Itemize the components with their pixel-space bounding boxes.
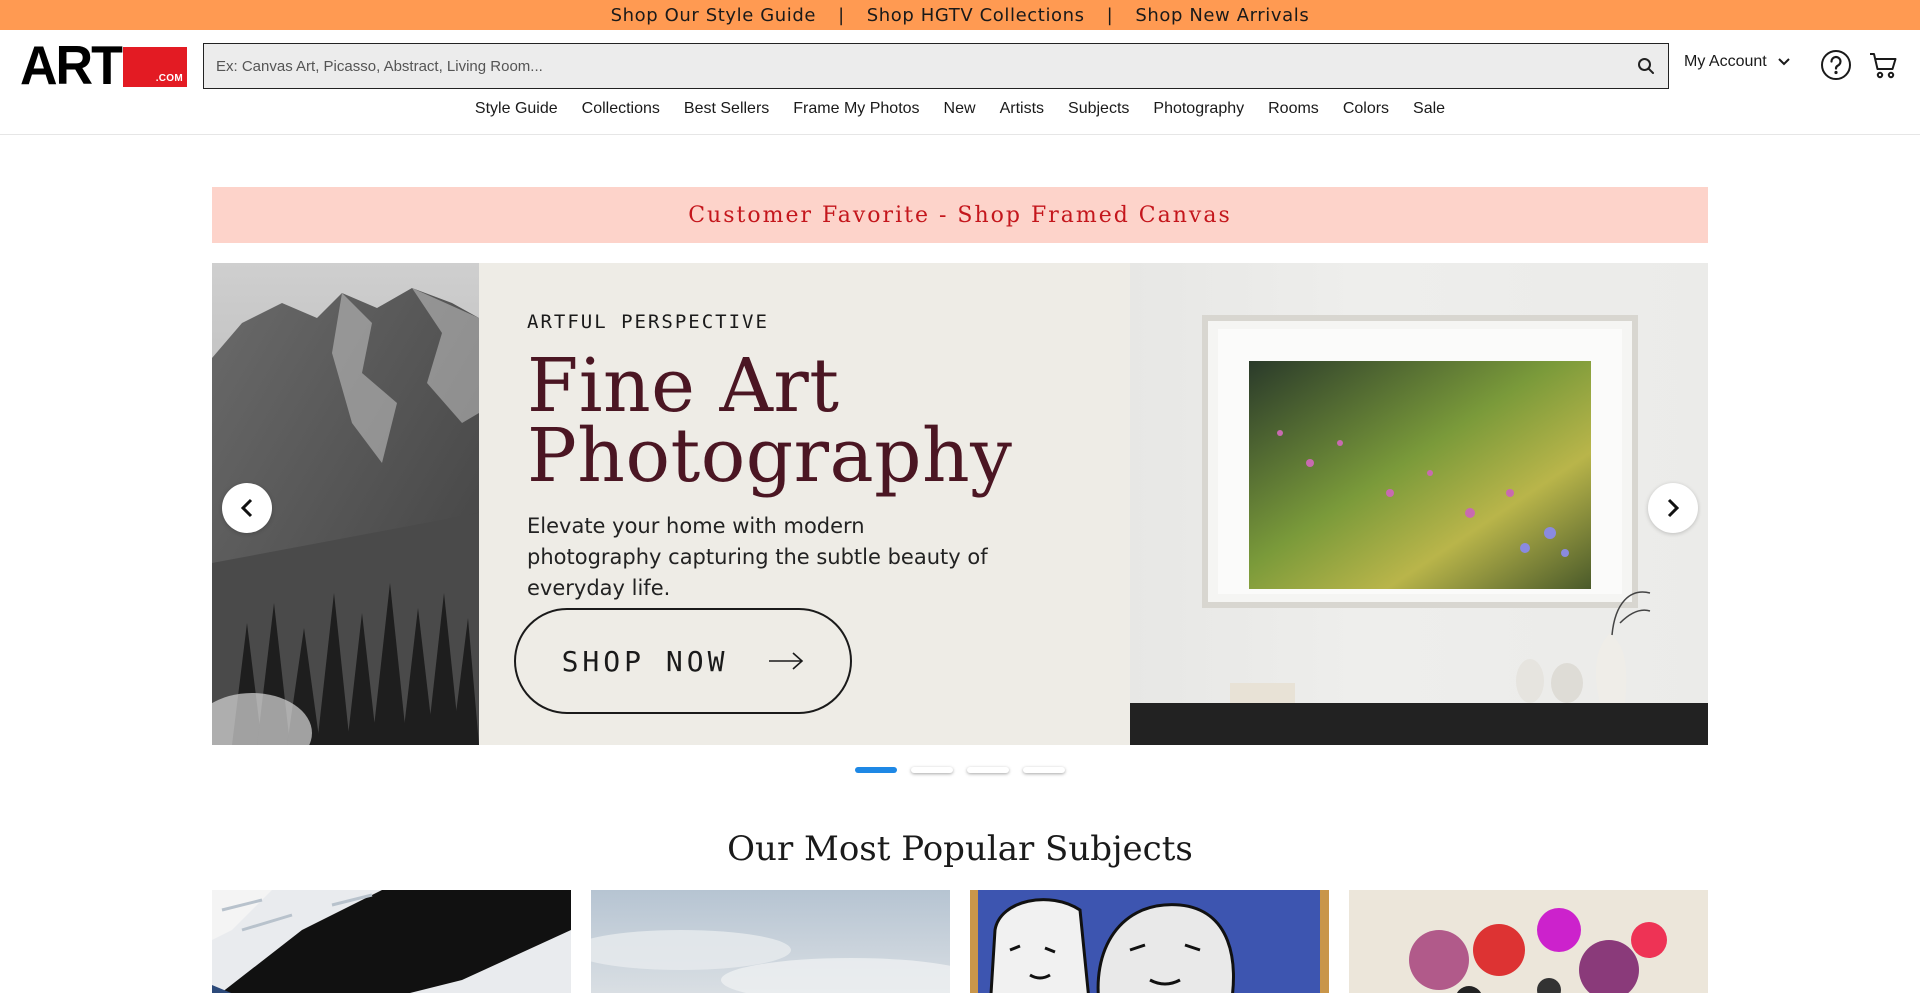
hero-eyebrow: ARTFUL PERSPECTIVE (527, 311, 769, 333)
subject-image (591, 890, 950, 993)
room-scene (1130, 315, 1708, 745)
nav-new[interactable]: New (944, 100, 976, 118)
subject-tile-3[interactable] (970, 890, 1329, 993)
chevron-left-icon (240, 498, 253, 518)
carousel-dot-3[interactable] (967, 767, 1009, 773)
subject-image (1349, 890, 1708, 993)
subject-tile-2[interactable] (591, 890, 950, 993)
main-nav: Style Guide Collections Best Sellers Fra… (0, 100, 1920, 118)
nav-best-sellers[interactable]: Best Sellers (684, 100, 769, 118)
hero-subtext: Elevate your home with modern photograph… (527, 514, 988, 600)
logo-badge: .COM (122, 47, 187, 87)
chevron-down-icon (1777, 58, 1790, 66)
account-label: My Account (1684, 53, 1767, 70)
account-menu[interactable]: My Account (1684, 53, 1791, 71)
hero-headline-line1: Fine Art (527, 343, 840, 429)
promo-separator: | (1106, 4, 1114, 26)
carousel-next-button[interactable] (1648, 483, 1698, 533)
hero-headline: Fine Art Photography (527, 343, 1013, 499)
nav-colors[interactable]: Colors (1343, 100, 1389, 118)
logo-suffix: .COM (155, 73, 183, 84)
nav-photography[interactable]: Photography (1153, 100, 1244, 118)
carousel-dots (855, 767, 1065, 773)
site-header: ART .COM My Account Style Guide Collecti… (0, 30, 1920, 135)
subject-image (212, 890, 571, 993)
nav-frame-my-photos[interactable]: Frame My Photos (793, 100, 919, 118)
hero-headline-line2: Photography (527, 413, 1013, 499)
arrow-right-icon (769, 652, 804, 670)
logo-text: ART (20, 35, 123, 97)
nav-style-guide[interactable]: Style Guide (475, 100, 558, 118)
carousel-dot-1[interactable] (855, 767, 897, 773)
promo-separator: | (838, 4, 845, 26)
logo[interactable]: ART .COM (20, 35, 187, 97)
nav-collections[interactable]: Collections (582, 100, 660, 118)
promo-banner[interactable]: Customer Favorite - Shop Framed Canvas (212, 187, 1708, 243)
promo-link-style-guide[interactable]: Shop Our Style Guide (611, 5, 816, 26)
hero-slide[interactable]: ARTFUL PERSPECTIVE Fine Art Photography … (212, 263, 1708, 745)
framed-art-photo (1130, 263, 1708, 745)
search-icon[interactable] (1624, 44, 1668, 88)
subject-tile-1[interactable] (212, 890, 571, 993)
cart-icon[interactable] (1868, 49, 1900, 81)
search-bar (203, 43, 1669, 89)
help-icon[interactable] (1820, 49, 1852, 81)
subject-tiles (212, 890, 1708, 993)
subject-tile-4[interactable] (1349, 890, 1708, 993)
shop-now-label: SHOP NOW (561, 644, 729, 678)
shop-now-button[interactable]: SHOP NOW (514, 608, 852, 714)
chevron-right-icon (1667, 498, 1680, 518)
promo-bar: Shop Our Style Guide | Shop HGTV Collect… (0, 0, 1920, 30)
section-title: Our Most Popular Subjects (727, 829, 1193, 869)
promo-link-hgtv[interactable]: Shop HGTV Collections (867, 5, 1085, 26)
nav-subjects[interactable]: Subjects (1068, 100, 1129, 118)
hero-text: ARTFUL PERSPECTIVE Fine Art Photography … (527, 311, 1013, 604)
nav-rooms[interactable]: Rooms (1268, 100, 1319, 118)
carousel-dot-4[interactable] (1023, 767, 1065, 773)
nav-artists[interactable]: Artists (1000, 100, 1044, 118)
carousel-prev-button[interactable] (222, 483, 272, 533)
promo-link-new-arrivals[interactable]: Shop New Arrivals (1135, 5, 1309, 26)
search-input[interactable] (204, 44, 1624, 88)
subject-image (970, 890, 1329, 993)
carousel-dot-2[interactable] (911, 767, 953, 773)
nav-sale[interactable]: Sale (1413, 100, 1445, 118)
